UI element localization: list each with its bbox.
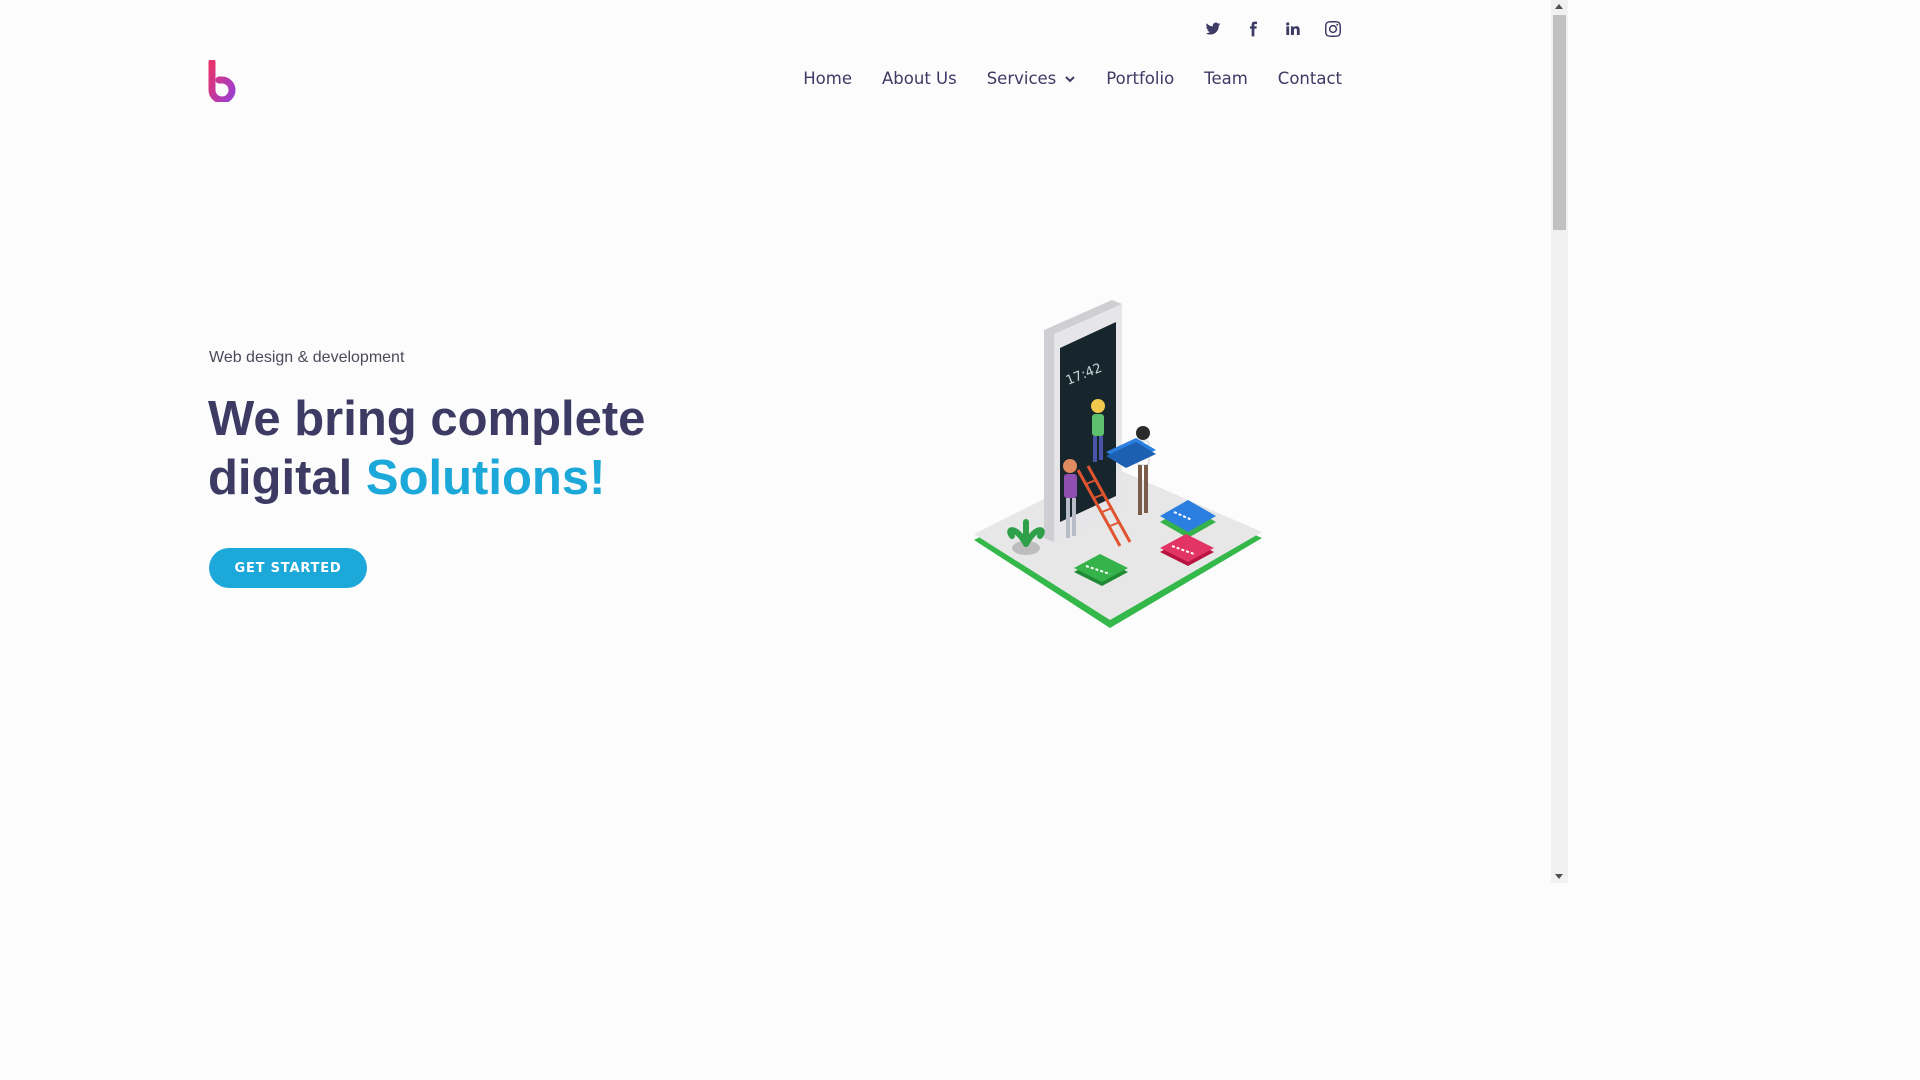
scroll-up-arrow-icon[interactable] — [1555, 4, 1563, 9]
hero-title-accent: Solutions! — [365, 451, 606, 505]
nav-about-us[interactable]: About Us — [882, 68, 957, 90]
twitter-link[interactable] — [1204, 18, 1222, 40]
nav-team[interactable]: Team — [1204, 68, 1248, 90]
scroll-down-arrow-icon[interactable] — [1555, 874, 1563, 879]
hero-subtitle: Web design & development — [209, 349, 405, 366]
nav-portfolio[interactable]: Portfolio — [1106, 68, 1174, 90]
hero-title-line1: We bring complete — [208, 392, 646, 446]
chevron-down-icon — [1065, 76, 1075, 83]
hero-title: We bring complete digital Solutions! — [208, 390, 645, 508]
instagram-icon — [1325, 21, 1341, 37]
main-nav: Home About Us Services Portfolio Team Co… — [803, 68, 1342, 90]
twitter-icon — [1205, 22, 1221, 35]
brand-logo[interactable] — [208, 60, 240, 102]
get-started-button[interactable]: GET STARTED — [209, 548, 367, 588]
hero-title-line2: digital Solutions! — [208, 451, 606, 505]
instagram-link[interactable] — [1324, 18, 1342, 40]
nav-services[interactable]: Services — [987, 68, 1077, 90]
facebook-link[interactable] — [1244, 18, 1262, 40]
nav-home[interactable]: Home — [803, 68, 852, 90]
facebook-icon — [1250, 21, 1257, 37]
nav-contact[interactable]: Contact — [1278, 68, 1342, 90]
linkedin-icon — [1286, 22, 1300, 35]
hero-illustration: 17:42 — [974, 300, 1262, 628]
linkedin-link[interactable] — [1284, 18, 1302, 40]
scrollbar-thumb[interactable] — [1553, 15, 1566, 230]
page-scrollbar[interactable] — [1551, 0, 1568, 883]
social-links — [1204, 18, 1342, 40]
